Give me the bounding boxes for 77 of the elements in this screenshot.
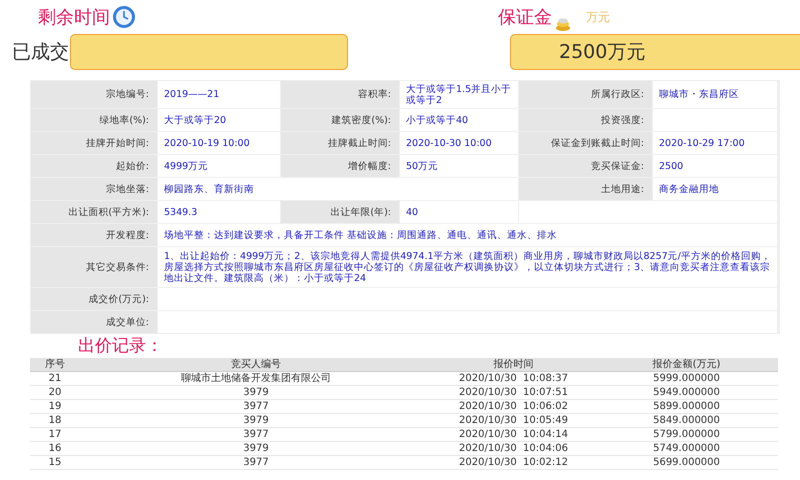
column-header: 报价时间 — [432, 358, 595, 372]
field-label: 容积率: — [281, 81, 399, 108]
table-cell: 2020/10/30 10:02:12 — [432, 456, 595, 470]
field-label: 成交单位: — [31, 311, 157, 333]
timer-label: 剩余时间 — [37, 6, 110, 29]
field-value: 50万元 — [400, 155, 518, 177]
table-cell: 15 — [30, 456, 80, 470]
table-cell: 3979 — [80, 386, 432, 400]
table-cell: 5949.000000 — [595, 386, 778, 400]
table-cell: 3977 — [80, 428, 432, 442]
table-cell: 5999.000000 — [595, 372, 778, 386]
field-value: 聊城市・东昌府区 — [653, 81, 777, 108]
table-cell: 5899.000000 — [595, 400, 778, 414]
column-header: 竞买人编号 — [80, 358, 432, 372]
table-cell: 5699.000000 — [595, 456, 778, 470]
field-value: 场地平整：达到建设要求，具备开工条件 基础设施：周围通路、通电、通讯、通水、排水 — [158, 224, 777, 246]
table-cell: 2020/10/30 10:04:06 — [432, 442, 595, 456]
field-value: 2500 — [653, 155, 777, 177]
table-cell: 3979 — [80, 414, 432, 428]
field-label: 出让面积(平方米): — [31, 201, 157, 223]
field-value: 大于或等于20 — [158, 109, 280, 131]
section-title: 出价记录： — [78, 335, 164, 358]
table-cell: 5799.000000 — [595, 428, 778, 442]
field-value: 5349.3 — [158, 201, 280, 223]
field-label: 土地用途: — [519, 178, 652, 200]
table-cell: 5849.000000 — [595, 414, 778, 428]
field-label: 增价幅度: — [281, 155, 399, 177]
field-label: 其它交易条件: — [31, 247, 157, 287]
unit-text: 万元 — [586, 8, 610, 26]
field-value: 2020-10-19 10:00 — [158, 132, 280, 154]
field-value: 1、出让起始价：4999万元；2、该宗地竞得人需提供4974.1平方米（建筑面积）商业用房，聊城市财政局以8257元/平方米的价格回购，房屋选择方式按照聊城市东昌府区房屋征收中心签订的《房屋征收产权调换协议》，以立体切块方式进行；3、请意向竞买者注意查看该宗地出让文件。建筑限高（米）：小于或等于24 — [158, 247, 777, 287]
field-value: 小于或等于40 — [400, 109, 518, 131]
table-cell: 2020/10/30 10:07:51 — [432, 386, 595, 400]
field-value: 4999万元 — [158, 155, 280, 177]
table-cell: 19 — [30, 400, 80, 414]
field-value: 大于或等于1.5并且小于或等于2 — [400, 81, 518, 108]
field-label: 挂牌开始时间: — [31, 132, 157, 154]
table-cell: 17 — [30, 428, 80, 442]
table-cell: 5749.000000 — [595, 442, 778, 456]
table-cell: 3979 — [80, 442, 432, 456]
table-cell: 2020/10/30 10:04:14 — [432, 428, 595, 442]
clock-icon — [113, 6, 135, 28]
table-cell: 聊城市土地储备开发集团有限公司 — [80, 372, 432, 386]
column-header: 序号 — [30, 358, 80, 372]
table-cell: 16 — [30, 442, 80, 456]
coins-icon — [554, 17, 572, 31]
field-label: 保证金到账截止时间: — [519, 132, 652, 154]
field-label: 成交价(万元): — [31, 288, 157, 310]
table-cell: 3977 — [80, 400, 432, 414]
field-value: 2020-10-29 17:00 — [653, 132, 777, 154]
table-cell: 20 — [30, 386, 80, 400]
field-value: 2020-10-30 10:00 — [400, 132, 518, 154]
column-header: 报价金额(万元) — [595, 358, 778, 372]
deposit-label: 保证金 — [498, 6, 552, 29]
field-label: 竞买保证金: — [519, 155, 652, 177]
status-text: 已成交 — [12, 40, 70, 65]
table-cell: 2020/10/30 10:05:49 — [432, 414, 595, 428]
field-value: 2019——21 — [158, 81, 280, 108]
field-value: 商务金融用地 — [653, 178, 777, 200]
field-label: 投资强度: — [519, 109, 652, 131]
field-label: 所属行政区: — [519, 81, 652, 108]
field-value: 40 — [400, 201, 518, 223]
table-cell: 2020/10/30 10:08:37 — [432, 372, 595, 386]
field-label: 出让年限(年): — [281, 201, 399, 223]
field-label: 开发程度: — [31, 224, 157, 246]
field-label: 绿地率(%): — [31, 109, 157, 131]
field-label: 建筑密度(%): — [281, 109, 399, 131]
field-label: 起始价: — [31, 155, 157, 177]
field-label: 宗地编号: — [31, 81, 157, 108]
table-cell: 21 — [30, 372, 80, 386]
field-label: 挂牌截止时间: — [281, 132, 399, 154]
field-value: 柳园路东、育新街南 — [158, 178, 518, 200]
table-cell: 18 — [30, 414, 80, 428]
field-label: 宗地坐落: — [31, 178, 157, 200]
table-cell: 3977 — [80, 456, 432, 470]
table-cell: 2020/10/30 10:06:02 — [432, 400, 595, 414]
deposit-value: 2500万元 — [559, 40, 646, 65]
